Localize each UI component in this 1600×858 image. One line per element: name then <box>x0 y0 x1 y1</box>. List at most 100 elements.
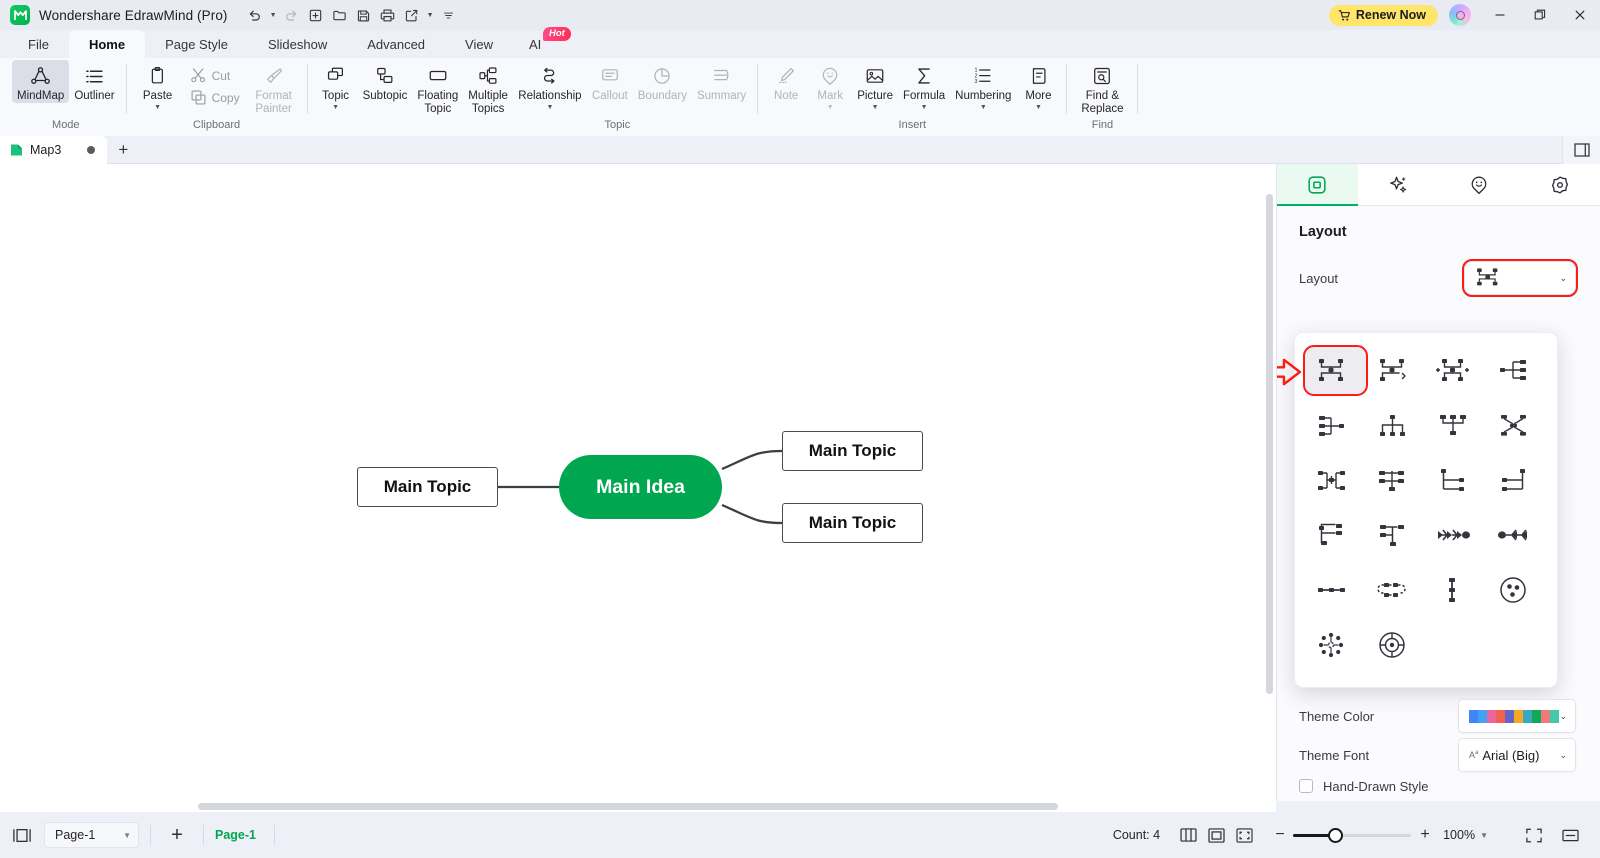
canvas-vertical-scrollbar[interactable] <box>1266 194 1273 694</box>
relationship-caret[interactable]: ▼ <box>546 104 553 112</box>
find-replace-button[interactable]: Find & Replace <box>1073 60 1131 116</box>
numbering-caret[interactable]: ▼ <box>980 104 987 112</box>
tab-page-style[interactable]: Page Style <box>145 30 248 58</box>
hand-drawn-row[interactable]: Hand-Drawn Style <box>1277 769 1600 801</box>
layout-option-tree-both-sides[interactable] <box>1305 457 1366 504</box>
layout-option-radial-circle[interactable] <box>1366 622 1427 669</box>
layout-option-radial-star[interactable] <box>1305 622 1366 669</box>
layout-option-circle-cluster[interactable] <box>1487 567 1548 614</box>
paste-caret[interactable]: ▼ <box>154 104 161 112</box>
zoom-level-label[interactable]: 100% <box>1443 828 1475 842</box>
current-page-label[interactable]: Page-1 <box>215 828 256 842</box>
relationship-button[interactable]: Relationship ▼ <box>513 60 587 112</box>
layout-option-both-sides-plus[interactable] <box>1426 347 1487 394</box>
note-label: Note <box>774 90 798 103</box>
export-icon[interactable] <box>401 4 423 26</box>
renew-now-button[interactable]: Renew Now <box>1329 5 1438 26</box>
tab-view[interactable]: View <box>445 30 513 58</box>
page-select[interactable]: Page-1 ▼ <box>44 822 139 848</box>
layout-option-right-tree[interactable] <box>1487 347 1548 394</box>
numbering-button[interactable]: 123 Numbering ▼ <box>950 60 1016 112</box>
zoom-out-button[interactable]: − <box>1267 822 1293 848</box>
picture-button[interactable]: Picture ▼ <box>852 60 898 112</box>
fullscreen-icon[interactable] <box>1230 821 1258 849</box>
more-qat-icon[interactable] <box>438 4 460 26</box>
panel-toggle-icon[interactable] <box>1562 136 1600 164</box>
summary-icon <box>712 64 732 88</box>
layout-option-org-chart-wide[interactable] <box>1426 402 1487 449</box>
print-icon[interactable] <box>377 4 399 26</box>
topic-node-right-bottom[interactable]: Main Topic <box>782 503 923 543</box>
topic-node-right-top[interactable]: Main Topic <box>782 431 923 471</box>
tab-slideshow[interactable]: Slideshow <box>248 30 347 58</box>
sidebar-toggle-icon[interactable] <box>0 812 44 858</box>
layout-option-org-chart-down[interactable] <box>1366 402 1427 449</box>
undo-icon[interactable] <box>244 4 266 26</box>
tab-clipart-panel[interactable] <box>1439 164 1520 205</box>
minimize-button[interactable] <box>1480 0 1520 30</box>
fit-page-icon[interactable] <box>1516 821 1552 849</box>
layout-select[interactable]: ⌄ <box>1464 261 1576 295</box>
zoom-slider[interactable] <box>1293 834 1411 837</box>
mindmap-mode-button[interactable]: MindMap <box>12 60 69 103</box>
mindmap-canvas[interactable]: Main Topic Main Idea Main Topic Main Top… <box>0 164 1276 801</box>
central-idea-node[interactable]: Main Idea <box>559 455 722 519</box>
tab-ai[interactable]: AI Hot <box>513 30 563 58</box>
floating-topic-button[interactable]: Floating Topic <box>412 60 463 116</box>
document-tab-map3[interactable]: Map3 <box>0 136 107 164</box>
tab-style-panel[interactable] <box>1358 164 1439 205</box>
theme-font-select[interactable]: Aa Arial (Big) ⌄ <box>1458 738 1576 772</box>
canvas-horizontal-scrollbar[interactable] <box>198 803 1058 810</box>
layout-option-left-right-split[interactable] <box>1305 402 1366 449</box>
hand-drawn-checkbox[interactable] <box>1299 779 1313 793</box>
topic-caret[interactable]: ▼ <box>332 104 339 112</box>
tab-home[interactable]: Home <box>69 30 145 58</box>
new-icon[interactable] <box>305 4 327 26</box>
layout-option-logic-down-bracket[interactable] <box>1487 457 1548 504</box>
export-dropdown-caret[interactable]: ▼ <box>425 12 436 19</box>
tab-layout-panel[interactable] <box>1277 164 1358 205</box>
close-button[interactable] <box>1560 0 1600 30</box>
theme-color-select[interactable]: ⌄ <box>1458 699 1576 733</box>
layout-option-fishbone-right[interactable] <box>1426 512 1487 559</box>
tab-file[interactable]: File <box>8 30 69 58</box>
layout-option-timeline-horizontal[interactable] <box>1305 567 1366 614</box>
formula-button[interactable]: Formula ▼ <box>898 60 950 112</box>
restore-button[interactable] <box>1520 0 1560 30</box>
layout-option-tree-right[interactable] <box>1366 457 1427 504</box>
subtopic-button[interactable]: Subtopic <box>358 60 413 103</box>
formula-caret[interactable]: ▼ <box>921 104 928 112</box>
zoom-slider-knob[interactable] <box>1328 828 1343 843</box>
open-folder-icon[interactable] <box>329 4 351 26</box>
add-page-button[interactable]: + <box>162 820 192 850</box>
layout-option-org-chart-center[interactable] <box>1487 402 1548 449</box>
layout-option-logic-right-bracket[interactable] <box>1426 457 1487 504</box>
layout-option-left-bracket-tree[interactable] <box>1305 512 1366 559</box>
topic-button[interactable]: Topic ▼ <box>314 60 358 112</box>
paste-button[interactable]: Paste ▼ <box>133 60 183 112</box>
layout-options-popup[interactable] <box>1294 332 1558 688</box>
undo-dropdown-caret[interactable]: ▼ <box>268 12 279 19</box>
tab-advanced[interactable]: Advanced <box>347 30 445 58</box>
picture-caret[interactable]: ▼ <box>872 104 879 112</box>
fit-width-icon[interactable] <box>1552 821 1588 849</box>
zoom-dropdown-caret[interactable]: ▼ <box>1480 831 1488 840</box>
multiple-topics-button[interactable]: Multiple Topics <box>463 60 513 116</box>
tab-settings-panel[interactable] <box>1519 164 1600 205</box>
save-icon[interactable] <box>353 4 375 26</box>
two-column-icon[interactable] <box>1174 821 1202 849</box>
layout-option-timeline-vertical[interactable] <box>1426 567 1487 614</box>
topic-node-left[interactable]: Main Topic <box>357 467 498 507</box>
layout-option-balanced-map[interactable] <box>1305 347 1366 394</box>
new-document-button[interactable]: + <box>107 136 139 164</box>
outliner-mode-button[interactable]: Outliner <box>69 60 119 103</box>
more-insert-caret[interactable]: ▼ <box>1035 104 1042 112</box>
more-insert-button[interactable]: More ▼ <box>1016 60 1060 112</box>
layout-option-timeline-snake[interactable] <box>1366 567 1427 614</box>
layout-option-right-map-alt[interactable] <box>1366 347 1427 394</box>
layout-option-right-bracket-tree[interactable] <box>1366 512 1427 559</box>
zoom-in-button[interactable]: + <box>1411 822 1439 848</box>
fit-frame-icon[interactable] <box>1202 821 1230 849</box>
avatar[interactable] <box>1449 4 1471 26</box>
layout-option-fishbone-left[interactable] <box>1487 512 1548 559</box>
